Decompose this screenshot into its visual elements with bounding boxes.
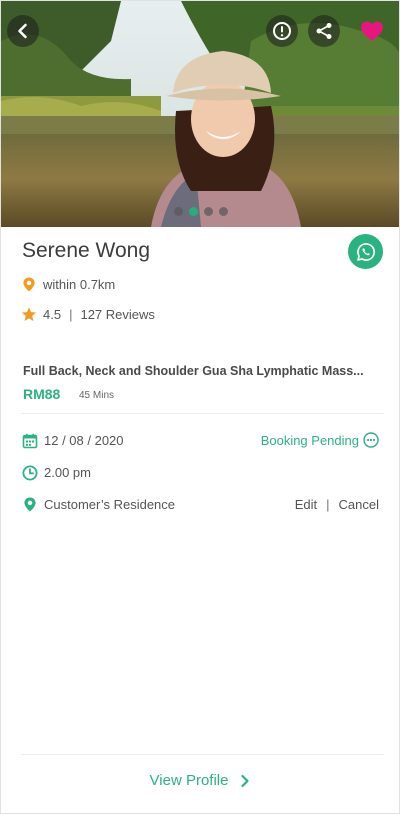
booking-location-row: Customer’s Residence xyxy=(21,496,175,513)
view-profile-label: View Profile xyxy=(149,772,229,789)
booking-time: 2.00 pm xyxy=(44,465,91,480)
cancel-link[interactable]: Cancel xyxy=(339,497,379,512)
whatsapp-button[interactable] xyxy=(348,234,383,269)
profile-photo-carousel[interactable] xyxy=(1,1,399,227)
edit-link[interactable]: Edit xyxy=(295,497,317,512)
divider xyxy=(21,754,383,755)
more-dots-icon xyxy=(363,432,379,448)
chevron-left-icon xyxy=(18,23,27,39)
share-button[interactable] xyxy=(308,15,340,47)
star-icon xyxy=(21,305,37,323)
report-button[interactable] xyxy=(266,15,298,47)
rating-separator: | xyxy=(69,306,73,322)
reviews-link[interactable]: 127 Reviews xyxy=(80,307,154,322)
calendar-icon xyxy=(21,432,38,449)
booking-date-row: 12 / 08 / 2020 xyxy=(21,432,124,449)
service-title: Full Back, Neck and Shoulder Gua Sha Lym… xyxy=(23,364,364,378)
distance-text: within 0.7km xyxy=(43,276,116,292)
chevron-right-icon xyxy=(241,774,250,787)
booking-detail-screen: Serene Wong within 0.7km 4.5 | 127 Revie… xyxy=(0,0,400,814)
rating-row: 4.5 | 127 Reviews xyxy=(21,305,155,323)
booking-date: 12 / 08 / 2020 xyxy=(44,433,124,448)
carousel-dot[interactable] xyxy=(219,207,228,216)
back-button[interactable] xyxy=(7,15,39,47)
map-pin-icon xyxy=(21,275,37,293)
distance-row: within 0.7km xyxy=(21,275,115,293)
whatsapp-icon xyxy=(356,242,375,261)
actions-separator: | xyxy=(326,497,330,512)
booking-time-row: 2.00 pm xyxy=(21,464,91,481)
carousel-dot[interactable] xyxy=(189,207,198,216)
booking-actions: Edit | Cancel xyxy=(295,497,379,512)
provider-name: Serene Wong xyxy=(22,239,151,262)
exclamation-icon xyxy=(273,22,291,40)
favorite-button[interactable] xyxy=(356,15,388,47)
share-icon xyxy=(316,23,332,39)
location-pin-icon xyxy=(21,496,38,513)
heart-icon xyxy=(361,21,383,41)
service-duration: 45 Mins xyxy=(79,390,115,401)
view-profile-button[interactable]: View Profile xyxy=(1,772,399,789)
rating-value: 4.5 xyxy=(43,306,62,322)
carousel-dot[interactable] xyxy=(204,207,213,216)
clock-icon xyxy=(21,464,38,481)
profile-photo xyxy=(1,1,399,227)
service-price: RM88 xyxy=(23,386,61,402)
carousel-dot[interactable] xyxy=(174,207,183,216)
divider xyxy=(21,413,383,414)
booking-location: Customer’s Residence xyxy=(44,497,176,512)
booking-status-label: Booking Pending xyxy=(260,432,359,448)
booking-status[interactable]: Booking Pending xyxy=(261,432,379,448)
carousel-indicator xyxy=(1,207,399,216)
